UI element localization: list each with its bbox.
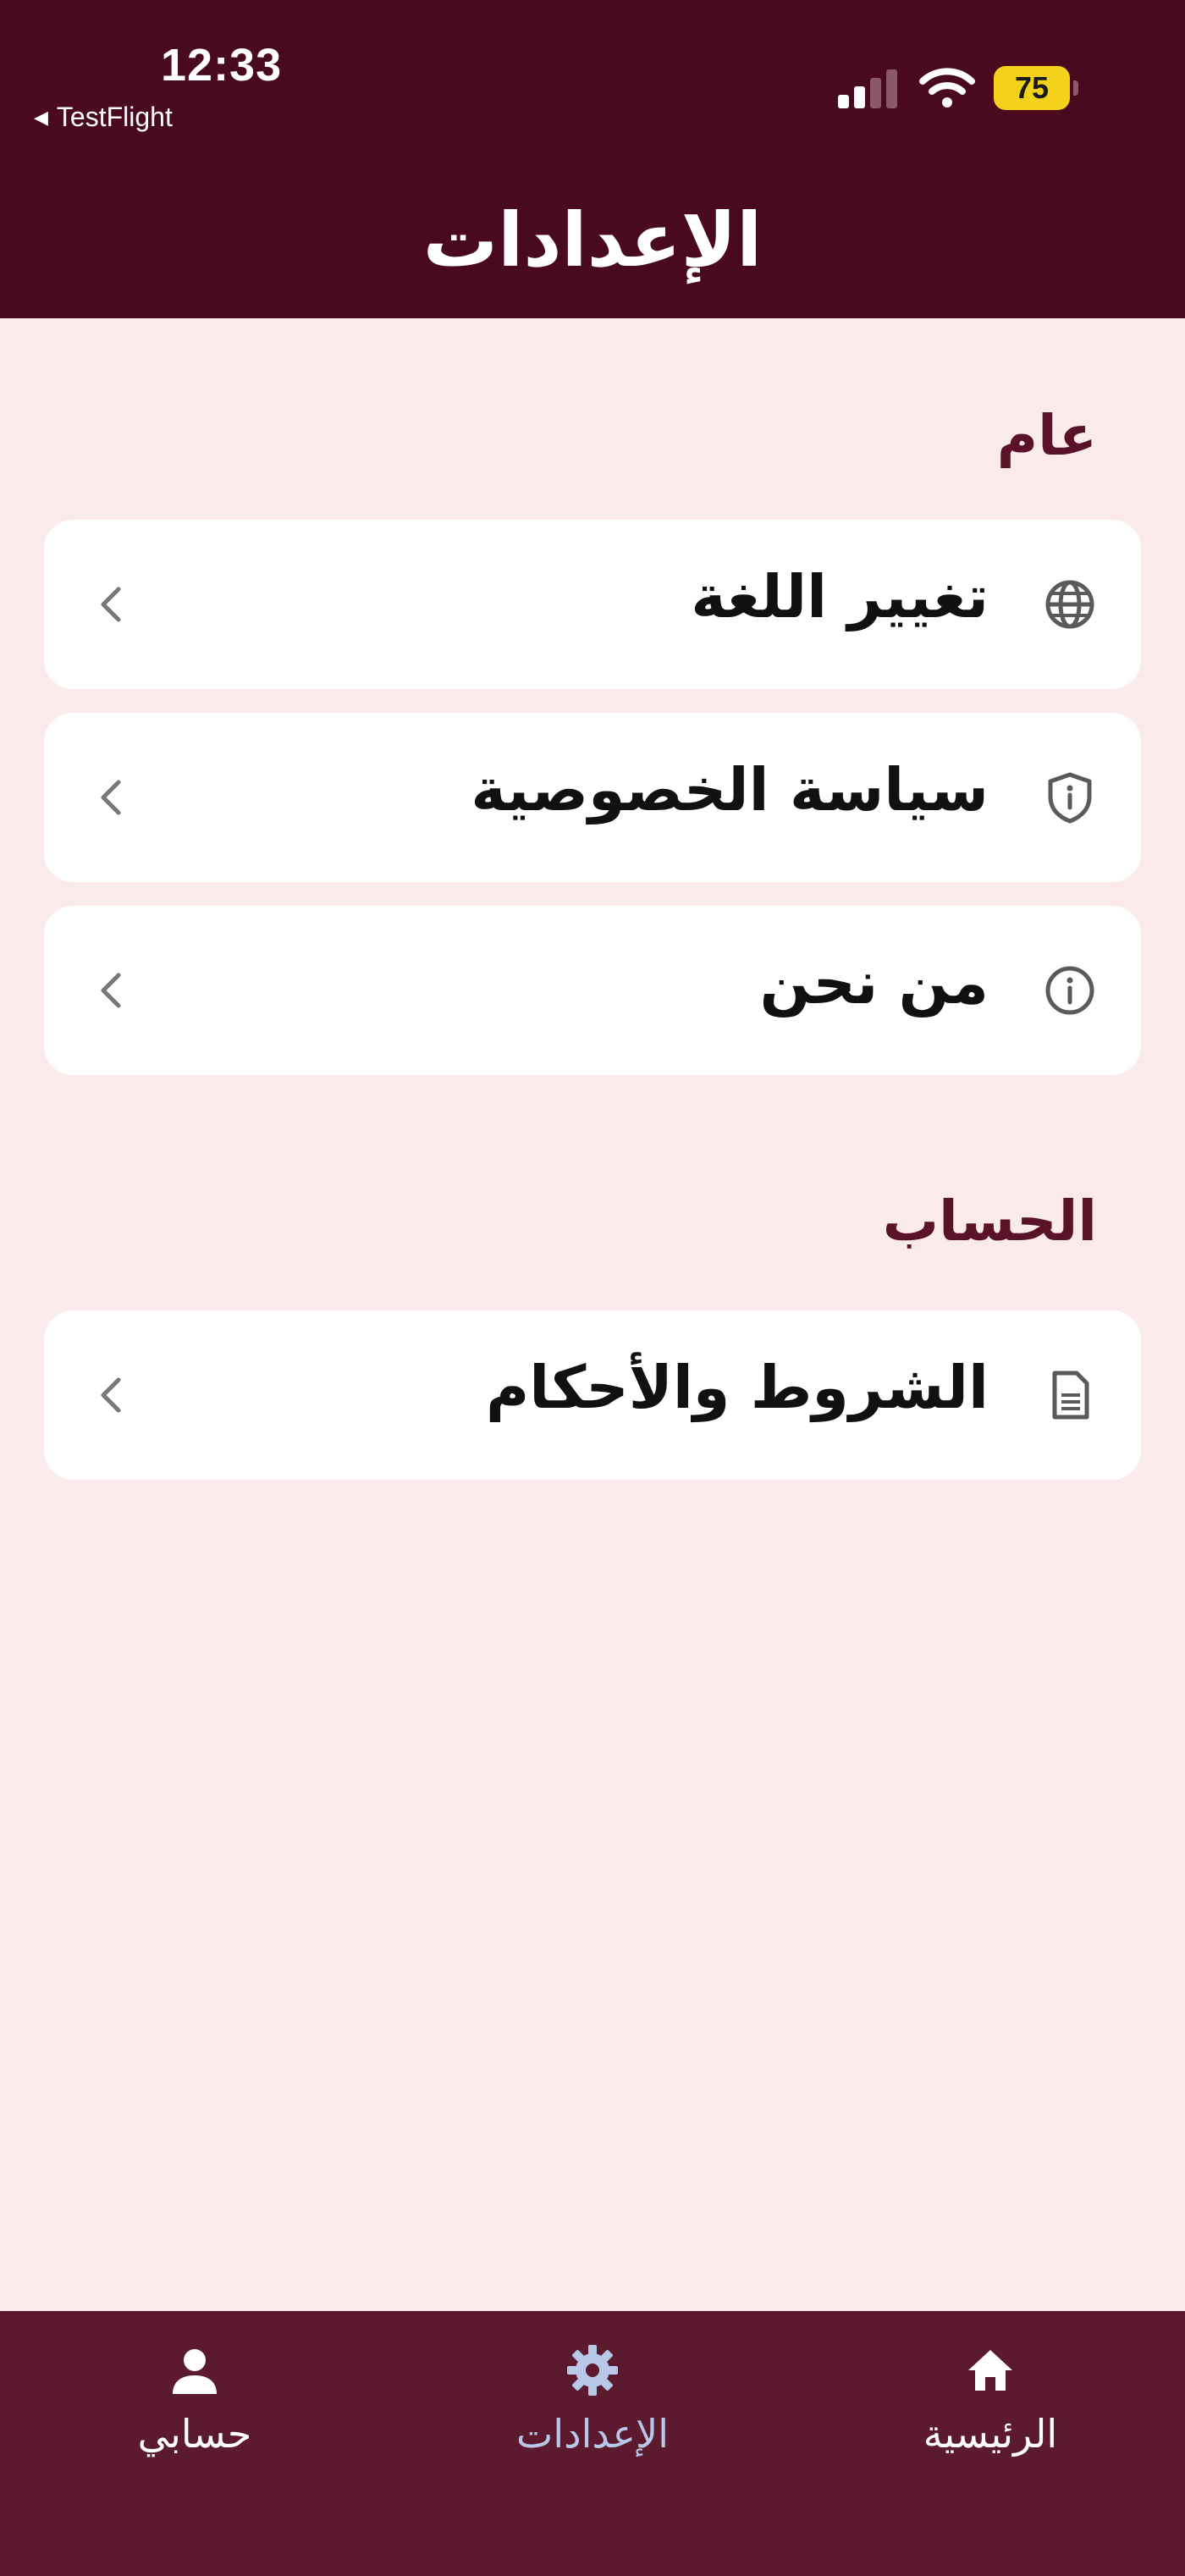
- tab-label: حسابي: [137, 2411, 252, 2457]
- chevron-left-icon: [101, 780, 121, 815]
- person-icon: [173, 2349, 217, 2394]
- chevron-left-icon: [101, 1377, 121, 1413]
- page-title: الإعدادات: [422, 196, 763, 284]
- settings-item-about-us[interactable]: من نحن: [44, 906, 1141, 1075]
- tab-home[interactable]: الرئيسية: [838, 2311, 1143, 2497]
- bottom-tab-bar: الرئيسية الإعدادات حسابي: [0, 2311, 1185, 2576]
- tab-account[interactable]: حسابي: [42, 2311, 347, 2497]
- status-indicators: 75: [838, 66, 1092, 113]
- back-triangle-icon: ◀: [34, 107, 48, 128]
- settings-item-label: الشروط والأحكام: [485, 1353, 989, 1422]
- tab-settings[interactable]: الإعدادات: [440, 2311, 745, 2497]
- section-title-general: عام: [996, 403, 1097, 468]
- tab-label: الرئيسية: [923, 2411, 1058, 2457]
- back-app-label: TestFlight: [56, 102, 173, 132]
- document-icon: [1052, 1371, 1089, 1420]
- header: 12:33 ◀ TestFlight 75 الإعدادات: [0, 0, 1185, 318]
- wifi-icon: [919, 68, 975, 108]
- home-icon: [968, 2350, 1012, 2391]
- settings-item-label: سياسة الخصوصية: [471, 755, 989, 825]
- settings-item-privacy-policy[interactable]: سياسة الخصوصية: [44, 713, 1141, 882]
- battery-indicator: 75: [994, 66, 1078, 110]
- cellular-signal-icon: [838, 66, 899, 108]
- shield-info-icon: [1048, 772, 1092, 824]
- info-icon: [1045, 966, 1094, 1015]
- globe-icon: [1045, 580, 1094, 629]
- settings-item-change-language[interactable]: تغيير اللغة: [44, 520, 1141, 689]
- tab-label: الإعدادات: [516, 2411, 669, 2457]
- section-title-account: الحساب: [882, 1189, 1097, 1254]
- chevron-left-icon: [101, 973, 121, 1008]
- status-time: 12:33: [161, 40, 283, 91]
- gear-icon: [567, 2345, 618, 2396]
- back-to-app-link[interactable]: ◀ TestFlight: [34, 102, 173, 133]
- battery-level: 75: [1014, 70, 1050, 105]
- settings-item-label: تغيير اللغة: [691, 562, 989, 632]
- chevron-left-icon: [101, 587, 121, 622]
- settings-item-terms-conditions[interactable]: الشروط والأحكام: [44, 1310, 1141, 1480]
- settings-item-label: من نحن: [759, 948, 989, 1018]
